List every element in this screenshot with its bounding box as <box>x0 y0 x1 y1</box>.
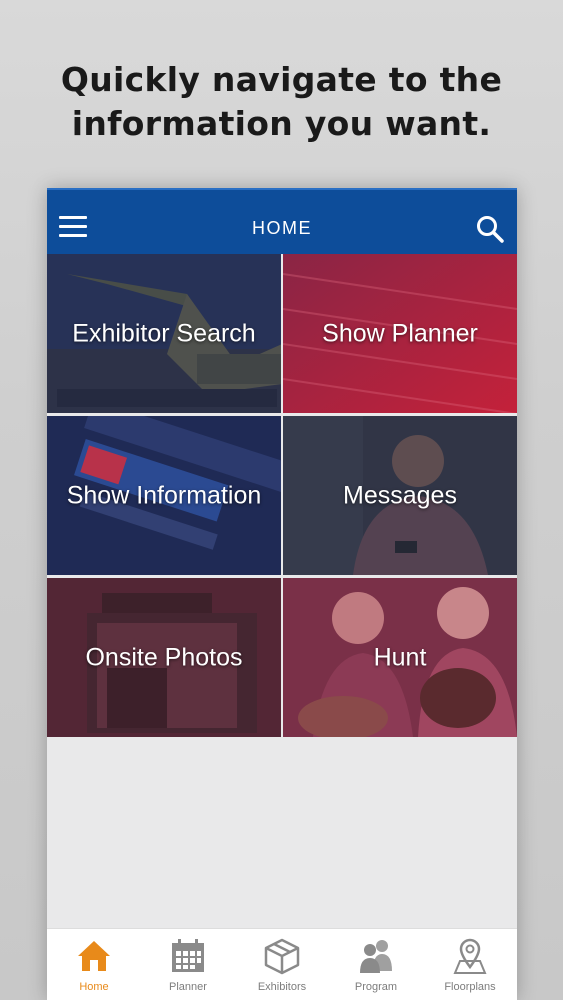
app-header: HOME <box>47 188 517 254</box>
tile-show-information[interactable]: Show Information <box>47 416 281 575</box>
promo-headline-line1: Quickly navigate to the <box>60 60 503 99</box>
tile-label: Show Information <box>66 481 262 509</box>
tab-floorplans[interactable]: Floorplans <box>423 929 517 1000</box>
map-pin-icon <box>453 938 487 974</box>
tile-messages[interactable]: Messages <box>283 416 517 575</box>
tab-label: Program <box>354 981 398 993</box>
tile-label: Messages <box>343 481 457 509</box>
promo-headline: Quickly navigate to the information you … <box>0 58 563 146</box>
tile-label: Show Planner <box>322 319 478 347</box>
tile-show-planner[interactable]: Show Planner <box>283 254 517 413</box>
people-icon <box>360 940 392 973</box>
tab-planner[interactable]: Planner <box>141 929 235 1000</box>
calendar-icon <box>172 939 204 972</box>
search-icon[interactable] <box>475 214 505 244</box>
bottom-tab-bar: Home Planner Exhibitors Program Floorpla… <box>47 928 517 1000</box>
tab-label: Floorplans <box>444 981 496 993</box>
tab-exhibitors[interactable]: Exhibitors <box>235 929 329 1000</box>
house-icon <box>78 941 110 971</box>
promo-headline-line2: information you want. <box>71 104 492 143</box>
app-screen: HOME Exhibitor Search Show Planner Show … <box>47 188 517 1000</box>
tab-label: Home <box>79 981 109 993</box>
tile-label: Exhibitor Search <box>72 319 256 347</box>
tile-label: Onsite Photos <box>85 643 243 671</box>
tab-program[interactable]: Program <box>329 929 423 1000</box>
tile-hunt[interactable]: Hunt <box>283 578 517 737</box>
tile-label: Hunt <box>373 643 427 671</box>
page-title: HOME <box>252 218 312 238</box>
tab-label: Exhibitors <box>257 981 307 993</box>
tile-exhibitor-search[interactable]: Exhibitor Search <box>47 254 281 413</box>
tab-label: Planner <box>169 981 207 993</box>
tile-onsite-photos[interactable]: Onsite Photos <box>47 578 281 737</box>
tab-home[interactable]: Home <box>47 929 141 1000</box>
box-icon <box>264 938 300 975</box>
